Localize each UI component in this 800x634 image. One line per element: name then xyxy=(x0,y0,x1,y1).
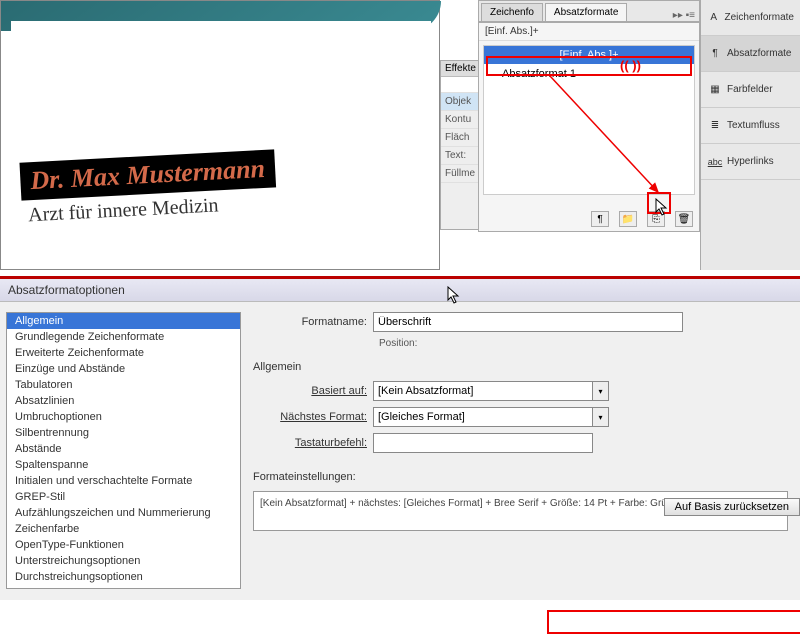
annotation-parens: (( )) xyxy=(620,58,641,73)
tab-zeichenformate[interactable]: Zeichenfo xyxy=(481,3,543,21)
sidebar-item[interactable]: Abstände xyxy=(7,441,240,457)
rt-textumfluss[interactable]: ≣ Textumfluss xyxy=(701,108,800,144)
section-allgemein: Allgemein xyxy=(253,361,788,373)
right-toolbar: A Zeichenformate ¶ Absatzformate ▦ Farbfeld… xyxy=(700,0,800,270)
styles-list: [Einf. Abs.]+ Absatzformat 1 xyxy=(483,45,695,195)
basiert-select[interactable] xyxy=(373,381,593,401)
style-absatzformat-1[interactable]: Absatzformat 1 xyxy=(484,64,694,84)
rt-label: Farbfelder xyxy=(727,84,773,95)
rt-hyperlinks[interactable]: abc Hyperlinks xyxy=(701,144,800,180)
rt-farbfelder[interactable]: ▦ Farbfelder xyxy=(701,72,800,108)
clear-overrides-button[interactable]: ¶ xyxy=(591,211,609,227)
label-formateinstellungen: Formateinstellungen: xyxy=(253,471,788,483)
label-basiert: Basiert auf: xyxy=(253,385,373,397)
document-preview: Dr. Max Mustermann Arzt für innere Mediz… xyxy=(0,0,440,270)
style-basic-paragraph[interactable]: [Einf. Abs.]+ xyxy=(484,46,694,64)
rt-label: Textumfluss xyxy=(727,120,780,131)
swatches-icon: ▦ xyxy=(707,82,723,98)
sidebar-item[interactable]: GREP-Stil xyxy=(7,489,240,505)
dropdown-icon[interactable]: ▾ xyxy=(593,407,609,427)
label-naechstes: Nächstes Format: xyxy=(253,411,373,423)
new-group-button[interactable]: 📁 xyxy=(619,211,637,227)
sidebar-item[interactable]: Zeichenfarbe xyxy=(7,521,240,537)
sidebar-item[interactable]: Spaltenspanne xyxy=(7,457,240,473)
panel-collapse-icon[interactable]: ▸▸ ▪≡ xyxy=(669,10,699,21)
sidebar-item[interactable]: Aufzählungszeichen und Nummerierung xyxy=(7,505,240,521)
sidebar-item[interactable]: Silbentrennung xyxy=(7,425,240,441)
sidebar-item[interactable]: Durchstreichungsoptionen xyxy=(7,569,240,585)
dialog-sidebar: Allgemein Grundlegende Zeichenformate Er… xyxy=(6,312,241,589)
label-position: Position: xyxy=(379,338,788,349)
cursor-icon xyxy=(655,198,669,218)
para-format-icon: ¶ xyxy=(707,46,723,62)
sidebar-item[interactable]: Absatzlinien xyxy=(7,393,240,409)
sidebar-item[interactable]: Umbruchoptionen xyxy=(7,409,240,425)
sidebar-item[interactable]: Grundlegende Zeichenformate xyxy=(7,329,240,345)
dialog-main: Formatname: Position: Allgemein Basiert … xyxy=(247,302,800,599)
canvas: Dr. Max Mustermann Arzt für innere Mediz… xyxy=(11,21,431,251)
rt-label: Zeichenformate xyxy=(725,12,794,23)
hyperlink-icon: abc xyxy=(707,154,723,170)
reset-button[interactable]: Auf Basis zurücksetzen xyxy=(664,498,800,516)
rt-label: Hyperlinks xyxy=(727,156,774,167)
label-formatname: Formatname: xyxy=(253,316,373,328)
naechstes-select[interactable] xyxy=(373,407,593,427)
delete-style-button[interactable]: 🗑 xyxy=(675,211,693,227)
char-format-icon: A xyxy=(707,10,721,26)
tab-absatzformate[interactable]: Absatzformate xyxy=(545,3,627,21)
textwrap-icon: ≣ xyxy=(707,118,723,134)
sidebar-item[interactable]: Initialen und verschachtelte Formate xyxy=(7,473,240,489)
label-tastatur: Tastaturbefehl: xyxy=(253,437,373,449)
panel-header: [Einf. Abs.]+ xyxy=(479,23,699,41)
dialog-title: Absatzformatoptionen xyxy=(0,279,800,302)
cursor-icon xyxy=(447,286,461,306)
sidebar-item[interactable]: Einzüge und Abstände xyxy=(7,361,240,377)
rt-absatzformate[interactable]: ¶ Absatzformate xyxy=(701,36,800,72)
rt-label: Absatzformate xyxy=(727,48,791,59)
sidebar-item[interactable]: Erweiterte Zeichenformate xyxy=(7,345,240,361)
annotation-box-formatname xyxy=(547,610,800,634)
formatname-input[interactable] xyxy=(373,312,683,332)
sidebar-item-allgemein[interactable]: Allgemein xyxy=(7,313,240,329)
tastatur-input[interactable] xyxy=(373,433,593,453)
sidebar-item[interactable]: Unterstreichungsoptionen xyxy=(7,553,240,569)
sidebar-item[interactable]: Tabulatoren xyxy=(7,377,240,393)
paragraph-style-options-dialog: Absatzformatoptionen Allgemein Grundlege… xyxy=(0,276,800,600)
dropdown-icon[interactable]: ▾ xyxy=(593,381,609,401)
sidebar-item[interactable]: OpenType-Funktionen xyxy=(7,537,240,553)
rt-zeichenformate[interactable]: A Zeichenformate xyxy=(701,0,800,36)
panel-tab-bar: Zeichenfo Absatzformate ▸▸ ▪≡ xyxy=(478,0,700,22)
